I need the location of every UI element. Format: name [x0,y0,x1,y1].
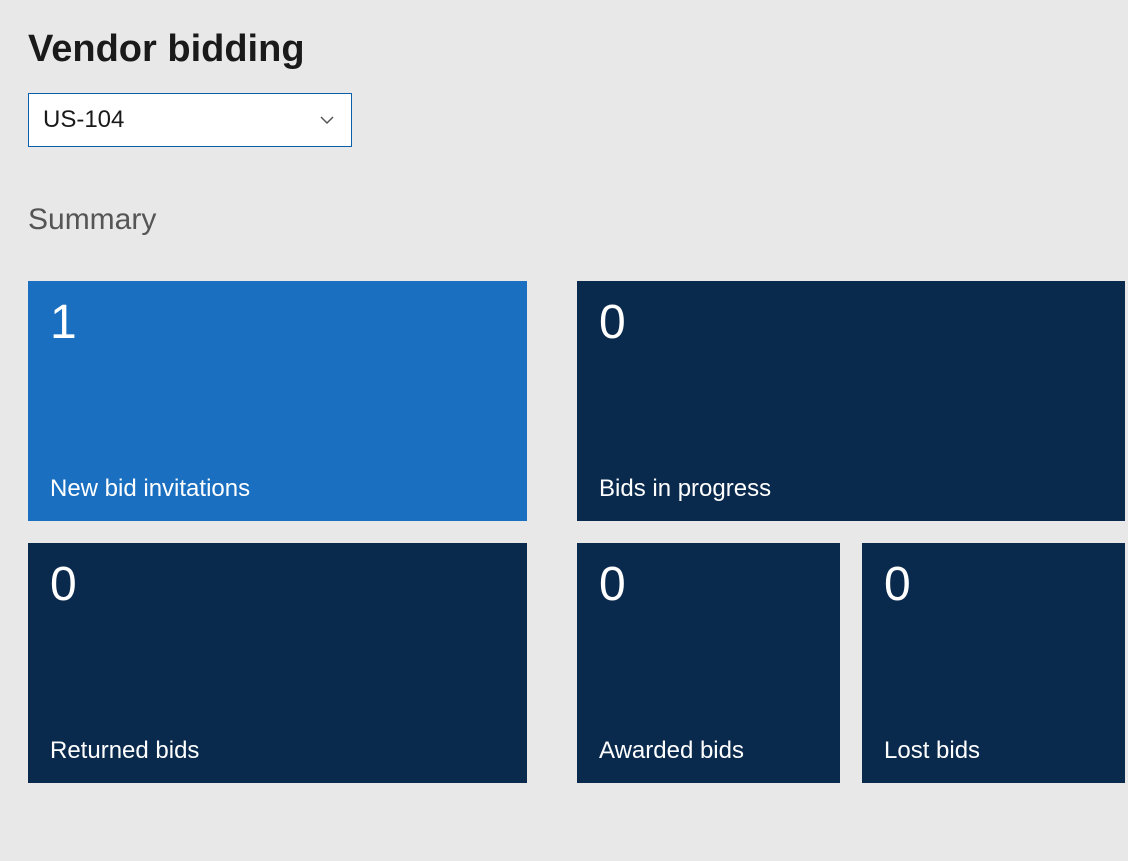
tile-count: 0 [50,561,505,609]
tile-label: Returned bids [50,737,505,765]
page-title: Vendor bidding [28,28,1100,71]
tile-label: Bids in progress [599,475,1103,503]
chevron-down-icon [317,110,337,130]
tile-count: 0 [884,561,1103,609]
summary-tiles-grid: 1 New bid invitations 0 Bids in progress… [28,281,1100,783]
tile-label: New bid invitations [50,475,505,503]
tile-count: 0 [599,299,1103,347]
tile-count: 1 [50,299,505,347]
tile-count: 0 [599,561,818,609]
tile-label: Lost bids [884,737,1103,765]
tile-awarded-bids[interactable]: 0 Awarded bids [577,543,840,783]
summary-heading: Summary [28,203,1100,237]
dropdown-selected-value: US-104 [43,106,124,134]
tile-label: Awarded bids [599,737,818,765]
tile-bids-in-progress[interactable]: 0 Bids in progress [577,281,1125,521]
tile-new-bid-invitations[interactable]: 1 New bid invitations [28,281,527,521]
tile-lost-bids[interactable]: 0 Lost bids [862,543,1125,783]
vendor-select-dropdown[interactable]: US-104 [28,93,352,147]
tile-returned-bids[interactable]: 0 Returned bids [28,543,527,783]
